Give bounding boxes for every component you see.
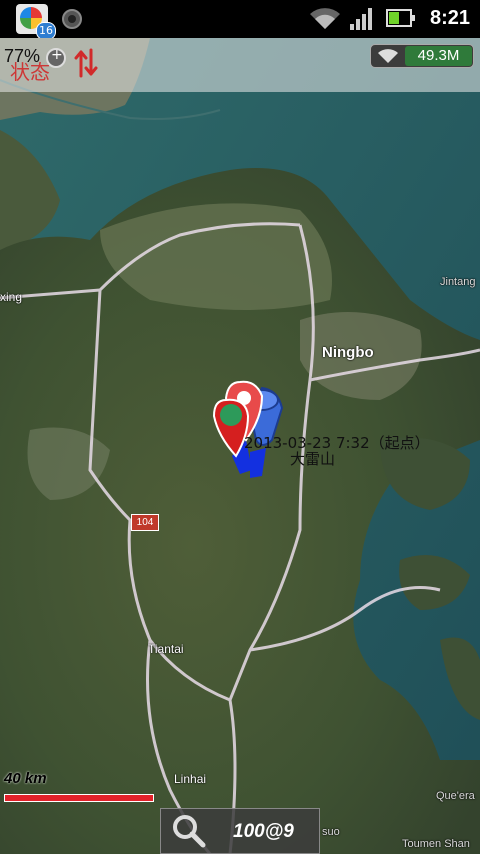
wifi-small-icon	[378, 49, 398, 63]
sync-icon[interactable]	[74, 46, 98, 80]
camera-notification-icon	[62, 9, 82, 29]
status-bar: 16 8:21	[0, 0, 480, 40]
place-toumen: Toumen Shan	[402, 838, 470, 850]
clock: 8:21	[429, 7, 470, 29]
map-top-bar: 状态 77% 49.3M	[0, 38, 480, 92]
scale-bar	[4, 794, 154, 802]
battery-percent: 77%	[4, 46, 41, 66]
place-linhai: Linhai	[174, 772, 207, 786]
place-suo: suo	[322, 826, 340, 838]
wifi-icon	[310, 8, 340, 29]
marker-sublabel: 大雷山	[290, 450, 336, 468]
place-xing: xing	[0, 290, 23, 304]
search-box[interactable]: 100@9	[160, 808, 320, 854]
scale-label: 40 km	[4, 770, 47, 787]
gps-icon[interactable]	[46, 47, 66, 68]
marker-label: 2013-03-23 7:32（起点）	[244, 434, 430, 452]
search-query: 100@9	[233, 821, 294, 842]
road-shield: 104	[131, 514, 159, 531]
network-indicator: 49.3M	[370, 44, 474, 68]
network-speed: 49.3M	[405, 46, 472, 66]
place-ningbo: Ningbo	[322, 344, 374, 361]
signal-icon	[350, 8, 372, 30]
place-quera: Que'era	[436, 790, 475, 802]
search-icon	[173, 815, 206, 848]
place-jintang: Jintang	[440, 276, 476, 288]
battery-icon	[386, 9, 415, 27]
place-tiantai: Tiantai	[148, 642, 184, 656]
